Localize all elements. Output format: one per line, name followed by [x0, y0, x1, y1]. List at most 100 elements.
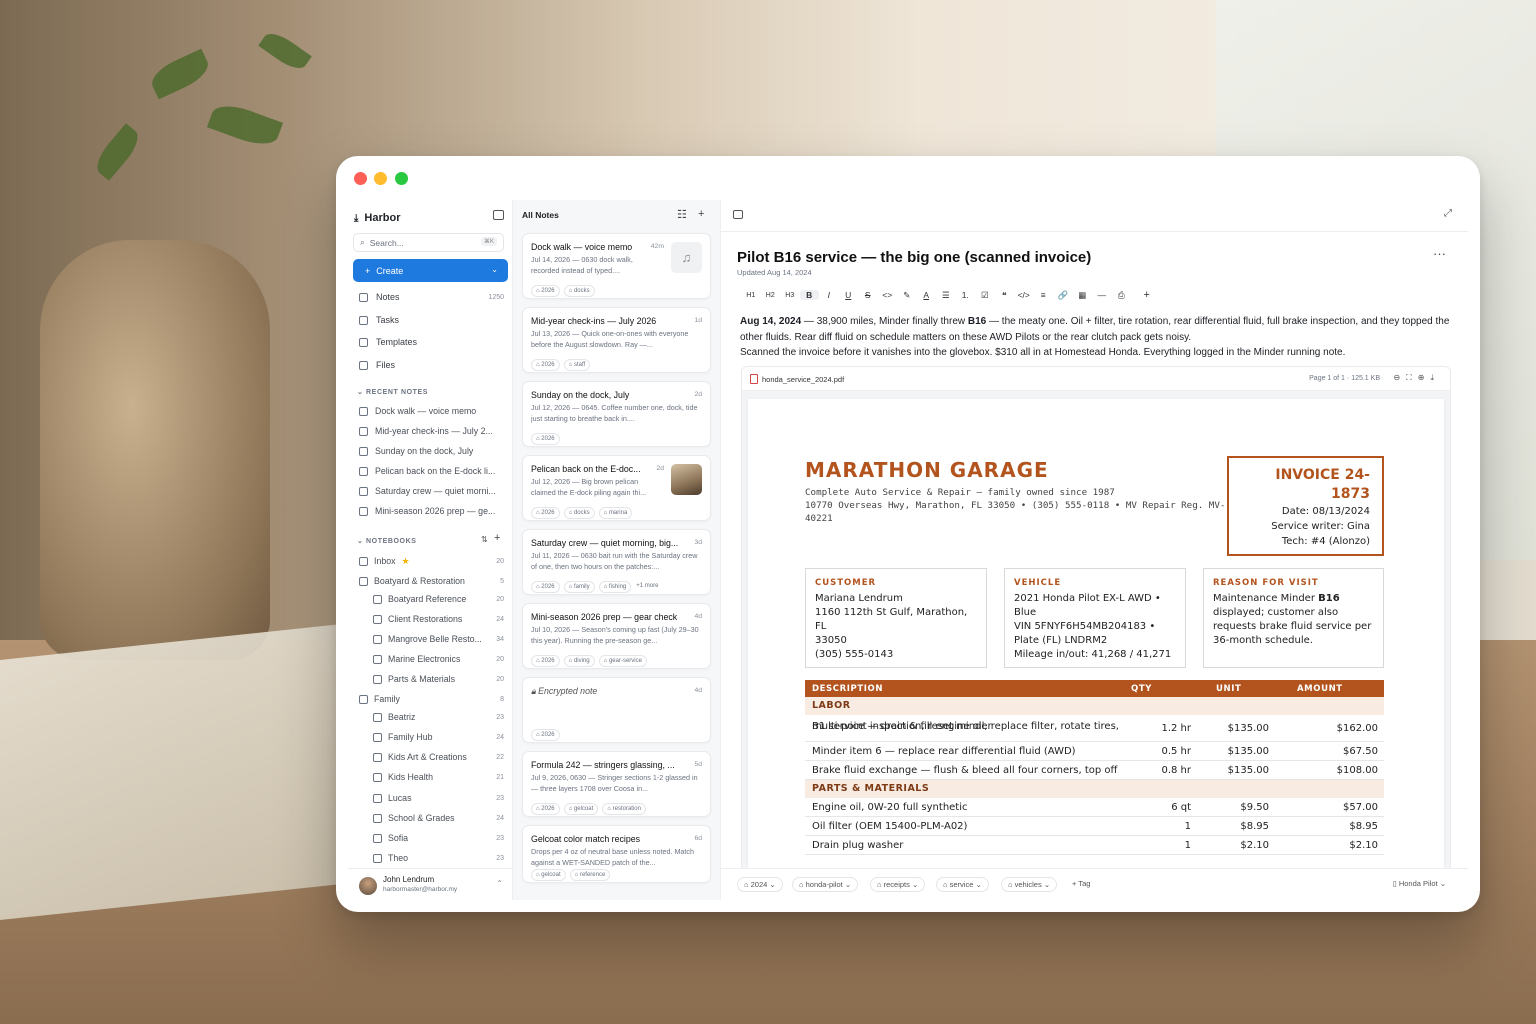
filter-icon[interactable]: ☷ — [677, 208, 687, 221]
sidebar-item-templates[interactable]: Templates — [359, 334, 504, 350]
note-tag[interactable]: ⌂ service ⌄ — [936, 877, 989, 892]
pdf-filename[interactable]: honda_service_2024.pdf — [762, 375, 844, 384]
quote-button[interactable]: ❝ — [995, 290, 1015, 301]
new-note-icon[interactable]: + — [698, 208, 704, 220]
add-tag-button[interactable]: + Tag — [1066, 877, 1096, 890]
sidebar-notebook-item[interactable]: Lucas 23 — [373, 790, 504, 806]
note-card-tag[interactable]: ⌂ restoration — [602, 803, 646, 815]
note-card[interactable]: Saturday crew — quiet morning, big... 3d J… — [522, 529, 711, 595]
note-card-tag[interactable]: ⌂ 2026 — [531, 581, 560, 593]
link-button[interactable]: 🔗 — [1053, 290, 1073, 301]
note-card-tag[interactable]: +1 more — [635, 581, 659, 593]
recent-note-item[interactable]: Mini-season 2026 prep — ge... — [359, 503, 504, 519]
attachment-button[interactable]: ⎙ — [1112, 290, 1132, 301]
zoom-in-icon[interactable]: ⊕ — [1418, 373, 1431, 382]
strikethrough-button[interactable]: S — [858, 290, 878, 300]
sidebar-toggle-icon[interactable] — [493, 210, 504, 220]
note-card-tag[interactable]: ⌂ gelcoat — [563, 803, 599, 815]
sidebar-notebook-item[interactable]: Boatyard & Restoration 5 — [359, 573, 504, 589]
heading-1-button[interactable]: H1 — [741, 292, 761, 299]
sort-icon[interactable]: ⇅ — [481, 535, 488, 544]
sidebar-notebook-item[interactable]: Marine Electronics 20 — [373, 651, 504, 667]
zoom-out-icon[interactable]: ⊖ — [1393, 373, 1406, 382]
minimize-window-button[interactable] — [374, 172, 387, 185]
sidebar-notebook-item[interactable]: Family 8 — [359, 691, 504, 707]
sidebar-notebook-item[interactable]: Boatyard Reference 20 — [373, 591, 504, 607]
recent-notes-heading[interactable]: ⌄ RECENT NOTES — [357, 388, 428, 396]
note-tag[interactable]: ⌂ receipts ⌄ — [870, 877, 926, 892]
note-card[interactable]: Sunday on the dock, July 2d Jul 12, 2026 —… — [522, 381, 711, 447]
create-button[interactable]: + Create ⌄ — [353, 259, 508, 282]
bold-button[interactable]: B — [799, 290, 819, 300]
more-options-icon[interactable]: ··· — [1433, 246, 1446, 261]
notebooks-heading[interactable]: ⌄ NOTEBOOKS — [357, 537, 417, 545]
note-card-tag[interactable]: ⌂ docks — [563, 507, 595, 519]
note-card-tag[interactable]: ⌂ 2026 — [531, 285, 560, 297]
note-tag[interactable]: ⌂ honda-pilot ⌄ — [792, 877, 859, 892]
note-card-tag[interactable]: ⌂ 2026 — [531, 433, 560, 445]
sidebar-notebook-item[interactable]: Parts & Materials 20 — [373, 671, 504, 687]
recent-note-item[interactable]: Pelican back on the E-dock li... — [359, 463, 504, 479]
zoom-window-button[interactable] — [395, 172, 408, 185]
sidebar-notebook-item[interactable]: Mangrove Belle Resto... 34 — [373, 631, 504, 647]
download-icon[interactable]: ⤓ — [1430, 373, 1440, 382]
sidebar-notebook-item[interactable]: Kids Health 21 — [373, 769, 504, 785]
numbered-list-button[interactable]: 1. — [956, 290, 976, 300]
note-body[interactable]: Aug 14, 2024 — 38,900 miles, Minder fina… — [740, 314, 1452, 361]
heading-2-button[interactable]: H2 — [761, 292, 781, 299]
panel-toggle-icon[interactable] — [733, 210, 743, 219]
sidebar-notebook-item[interactable]: Theo 23 — [373, 850, 504, 866]
sidebar-notebook-item[interactable]: Client Restorations 24 — [373, 611, 504, 627]
sidebar-notebook-item[interactable]: Family Hub 24 — [373, 729, 504, 745]
checklist-button[interactable]: ☑ — [975, 290, 995, 301]
note-card-tag[interactable]: ⌂ 2026 — [531, 359, 560, 371]
bullet-list-button[interactable]: ☰ — [936, 290, 956, 301]
user-menu[interactable]: John Lendrum harbormaster@harbor.my ⌃ — [348, 868, 513, 900]
chevron-down-icon[interactable]: ⌄ — [491, 265, 498, 274]
note-card-tag[interactable]: ⌂ 2026 — [531, 507, 560, 519]
note-title[interactable]: Pilot B16 service — the big one (scanned… — [737, 249, 1091, 266]
sidebar-notebook-item[interactable]: Kids Art & Creations 22 — [373, 749, 504, 765]
note-tag[interactable]: ⌂ vehicles ⌄ — [1001, 877, 1058, 892]
note-card-tag[interactable]: ⌂ diving — [563, 655, 595, 667]
recent-note-item[interactable]: Dock walk — voice memo — [359, 403, 504, 419]
fit-icon[interactable]: ⛶ — [1406, 373, 1418, 382]
note-card-tag[interactable]: ⌂ gelcoat — [531, 869, 566, 881]
note-card[interactable]: Formula 242 — stringers glassing, ... 5d J… — [522, 751, 711, 817]
notebook-selector[interactable]: ▯ Honda Pilot ⌄ — [1393, 879, 1446, 888]
add-notebook-icon[interactable]: + — [494, 532, 500, 544]
note-card-tag[interactable]: ⌂ fishing — [598, 581, 632, 593]
note-card[interactable]: Mid-year check-ins — July 2026 1d Jul 13, … — [522, 307, 711, 373]
sidebar-notebook-item[interactable]: Sofia 23 — [373, 830, 504, 846]
recent-note-item[interactable]: Saturday crew — quiet morni... — [359, 483, 504, 499]
highlight-button[interactable]: ✎ — [897, 290, 917, 301]
text-color-button[interactable]: A — [917, 290, 937, 300]
divider-button[interactable]: — — [1092, 290, 1112, 300]
insert-button[interactable]: + — [1137, 289, 1157, 301]
note-card-tag[interactable]: ⌂ family — [563, 581, 595, 593]
close-window-button[interactable] — [354, 172, 367, 185]
note-card-tag[interactable]: ⌂ gear-service — [598, 655, 647, 667]
code-button[interactable]: <> — [878, 290, 898, 300]
note-card-tag[interactable]: ⌂ reference — [569, 869, 611, 881]
sidebar-item-notes[interactable]: Notes 1250 — [359, 289, 504, 305]
note-card-tag[interactable]: ⌂ docks — [563, 285, 595, 297]
underline-button[interactable]: U — [839, 290, 859, 300]
sidebar-item-tasks[interactable]: Tasks — [359, 312, 504, 328]
note-card-tag[interactable]: ⌂ marina — [598, 507, 633, 519]
sidebar-notebook-item[interactable]: Beatriz 23 — [373, 709, 504, 725]
note-card[interactable]: 🔒︎ Encrypted note 4d ⌂ 2026 — [522, 677, 711, 743]
note-card-tag[interactable]: ⌂ 2026 — [531, 655, 560, 667]
expand-icon[interactable]: ⤢ — [1444, 208, 1452, 219]
recent-note-item[interactable]: Mid-year check-ins — July 2... — [359, 423, 504, 439]
sidebar-notebook-item[interactable]: School & Grades 24 — [373, 810, 504, 826]
sidebar-item-files[interactable]: Files — [359, 357, 504, 373]
note-card[interactable]: Mini-season 2026 prep — gear check 4d Jul … — [522, 603, 711, 669]
code-block-button[interactable]: </> — [1014, 290, 1034, 300]
align-button[interactable]: ≡ — [1034, 290, 1054, 300]
sidebar-notebook-item[interactable]: Inbox ★ 20 — [359, 553, 504, 569]
search-input[interactable]: ⌕ Search... ⌘K — [353, 233, 504, 252]
note-card[interactable]: Gelcoat color match recipes 6d Drops per 4… — [522, 825, 711, 883]
note-tag[interactable]: ⌂ 2024 ⌄ — [737, 877, 783, 892]
note-card[interactable]: Dock walk — voice memo 42m Jul 14, 2026 — … — [522, 233, 711, 299]
